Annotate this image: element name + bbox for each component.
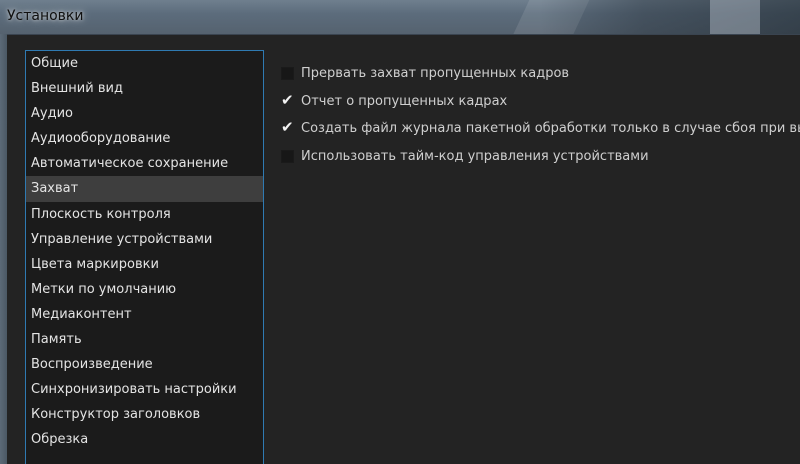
- title-bar[interactable]: Установки: [0, 0, 800, 34]
- capture-settings-panel: Прервать захват пропущенных кадров ✔ Отчет…: [280, 60, 800, 170]
- option-label: Использовать тайм-код управления устройс…: [301, 148, 649, 164]
- category-item[interactable]: Плоскость контроля: [26, 202, 263, 227]
- option-row[interactable]: ✔ Отчет о пропущенных кадрах: [280, 88, 800, 116]
- checkbox-unchecked[interactable]: [281, 67, 294, 81]
- checkmark-icon: ✔: [281, 118, 294, 137]
- category-item[interactable]: Общие: [26, 51, 263, 76]
- category-item[interactable]: Цвета маркировки: [26, 252, 263, 277]
- category-item[interactable]: Автоматическое сохранение: [26, 151, 263, 176]
- option-label: Создать файл журнала пакетной обработки …: [301, 121, 800, 137]
- category-item[interactable]: Синхронизировать настройки: [26, 377, 263, 402]
- category-item[interactable]: Внешний вид: [26, 76, 263, 101]
- category-item[interactable]: Память: [26, 327, 263, 352]
- category-item[interactable]: Медиаконтент: [26, 302, 263, 327]
- category-list[interactable]: Общие Внешний вид Аудио Аудиооборудование Ав…: [25, 50, 264, 464]
- option-label: Прервать захват пропущенных кадров: [301, 66, 570, 82]
- category-item[interactable]: Метки по умолчанию: [26, 277, 263, 302]
- option-row[interactable]: ✔ Создать файл журнала пакетной обработки…: [280, 115, 800, 143]
- checkbox-checked[interactable]: ✔: [281, 91, 294, 109]
- checkmark-icon: ✔: [281, 90, 294, 109]
- checkbox-unchecked[interactable]: [281, 149, 294, 163]
- category-item[interactable]: Аудиооборудование: [26, 126, 263, 151]
- category-item[interactable]: Конструктор заголовков: [26, 402, 263, 427]
- category-item[interactable]: Управление устройствами: [26, 227, 263, 252]
- category-item[interactable]: Воспроизведение: [26, 352, 263, 377]
- window-title: Установки: [7, 8, 84, 24]
- category-item[interactable]: Захват: [26, 176, 263, 202]
- category-item[interactable]: Аудио: [26, 101, 263, 126]
- preferences-window: Установки Общие Внешний вид Аудио Аудиообор…: [0, 0, 800, 464]
- checkbox-checked[interactable]: ✔: [281, 118, 294, 136]
- category-item[interactable]: Обрезка: [26, 427, 263, 452]
- option-label: Отчет о пропущенных кадрах: [301, 93, 508, 109]
- window-frame-left: [0, 34, 7, 464]
- option-row[interactable]: Использовать тайм-код управления устройс…: [280, 143, 800, 171]
- category-list-items: Общие Внешний вид Аудио Аудиооборудование Ав…: [26, 51, 263, 453]
- option-row[interactable]: Прервать захват пропущенных кадров: [280, 60, 800, 88]
